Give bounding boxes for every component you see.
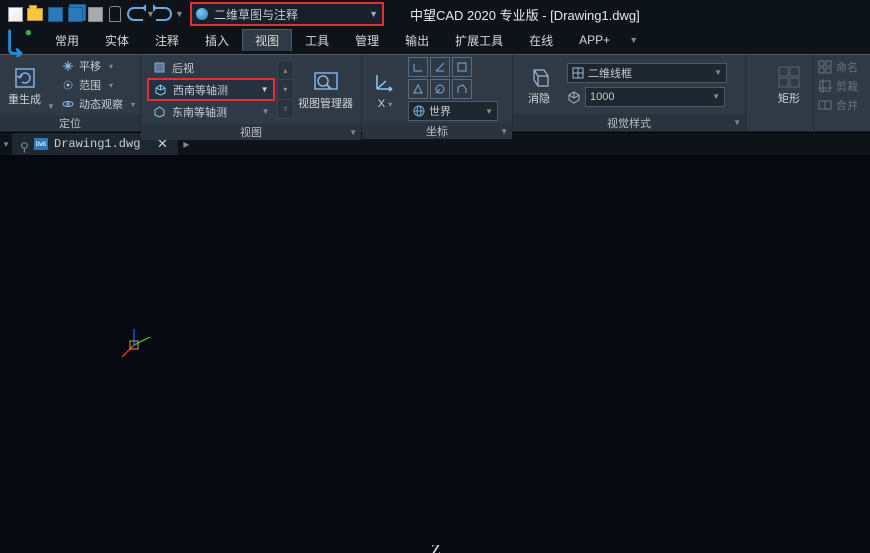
menu-annotation[interactable]: 注释 [142, 29, 192, 52]
ucs-btn-6[interactable] [452, 79, 472, 99]
globe-icon [413, 105, 425, 117]
regen-button[interactable]: 重生成 [6, 62, 43, 108]
ucs-btn-3[interactable] [452, 57, 472, 77]
qat-saveall[interactable] [66, 5, 84, 23]
drawing-canvas[interactable]: Z X Y [0, 155, 870, 553]
panel-rect: 矩形 [765, 55, 814, 131]
qat-new[interactable] [6, 5, 24, 23]
extents-button[interactable]: 范围▾ [57, 76, 139, 94]
pan-button[interactable]: 平移▾ [57, 57, 139, 75]
ucs-btn-4[interactable] [408, 79, 428, 99]
view-preset-list: 后视 西南等轴测▼ 东南等轴测▼ [147, 57, 275, 122]
qat-plot[interactable] [86, 5, 104, 23]
dwg-icon: DWG [34, 138, 48, 150]
ucs-btn-5[interactable] [430, 79, 450, 99]
visual-style-combo[interactable]: 二维线框▼ [567, 63, 727, 83]
orbit-button[interactable]: 动态观察▾ [57, 95, 139, 113]
menu-view[interactable]: 视图 [242, 29, 292, 51]
visual-value-combo[interactable]: 1000▼ [585, 87, 725, 107]
workspace-value: 二维草图与注释 [214, 6, 369, 23]
panel-view: 后视 西南等轴测▼ 东南等轴测▼ ▴▾▿ 视图管理器 视图▼ [141, 55, 362, 131]
menu-common[interactable]: 常用 [42, 29, 92, 52]
panel-locate: 重生成 ▼ 平移▾ 范围▾ 动态观察▾ 定位 [0, 55, 141, 131]
menu-app[interactable]: APP+ [566, 30, 623, 50]
globe-icon [196, 8, 208, 20]
panel-right: 命名 剪裁 合并 [814, 55, 870, 131]
panel-coord: X ▾ 世界▼ 坐标▼ [362, 55, 513, 131]
ribbon-spacer [746, 55, 765, 131]
chevron-down-icon: ▼ [369, 9, 378, 19]
rect-button: 矩形 [771, 61, 807, 107]
panel-vstyle: 消隐 二维线框▼ 1000▼ 视觉样式 ▼ [513, 55, 746, 131]
name-button: 命名 [818, 59, 858, 75]
panel-locate-title: 定位 [0, 115, 140, 131]
view-sw-iso[interactable]: 西南等轴测▼ [147, 78, 275, 101]
app-logo[interactable] [0, 24, 38, 60]
ucs-corner-icon [120, 327, 160, 363]
view-se-iso[interactable]: 东南等轴测▼ [147, 101, 275, 122]
menu-tool[interactable]: 工具 [292, 29, 342, 52]
hide-label: 消隐 [528, 93, 550, 105]
menu-manage[interactable]: 管理 [342, 29, 392, 52]
merge-button: 合并 [818, 97, 858, 113]
ucs-btn-1[interactable] [408, 57, 428, 77]
panel-coord-expand[interactable]: ▼ [500, 127, 508, 136]
qat-undo-dd[interactable]: ▼ [146, 9, 153, 19]
menu-online[interactable]: 在线 [516, 29, 566, 52]
doc-tab-prev[interactable]: ▾ [0, 139, 12, 150]
qat-clip[interactable] [106, 5, 124, 23]
menu-more[interactable]: ▼ [623, 32, 644, 48]
document-name: Drawing1.dwg [54, 137, 140, 151]
ucs-btn-2[interactable] [430, 57, 450, 77]
ucs-axes-icon: Z X Y [325, 545, 545, 553]
ucs-x-button[interactable]: X ▾ [368, 66, 402, 112]
pin-icon: ⚲ [20, 140, 28, 148]
crop-button: 剪裁 [818, 78, 858, 94]
menu-entity[interactable]: 实体 [92, 29, 142, 52]
menu-output[interactable]: 输出 [392, 29, 442, 52]
panel-vstyle-title: 视觉样式 [607, 115, 651, 131]
qat-redo-dd[interactable]: ▼ [175, 9, 182, 19]
hide-button[interactable]: 消隐 [519, 61, 559, 107]
panel-vstyle-expand[interactable]: ▼ [733, 118, 741, 127]
panel-view-expand[interactable]: ▼ [349, 128, 357, 137]
ribbon: 重生成 ▼ 平移▾ 范围▾ 动态观察▾ 定位 后视 西南等轴测▼ 东南等轴测▼ … [0, 54, 870, 132]
menubar-row: 常用 实体 注释 插入 视图 工具 管理 输出 扩展工具 在线 APP+ ▼ [0, 28, 870, 54]
menu-ext[interactable]: 扩展工具 [442, 29, 516, 52]
view-manager-label: 视图管理器 [298, 98, 353, 110]
panel-coord-title: 坐标 [426, 123, 448, 139]
cube-icon [567, 90, 581, 104]
qat-save[interactable] [46, 5, 64, 23]
quick-access-toolbar: ▼ ▼ 二维草图与注释 ▼ 中望CAD 2020 专业版 - [Drawing1… [0, 0, 870, 28]
menubar: 常用 实体 注释 插入 视图 工具 管理 输出 扩展工具 在线 APP+ ▼ [38, 28, 644, 52]
qat-undo[interactable] [126, 5, 144, 23]
view-list-scroll[interactable]: ▴▾▿ [277, 60, 294, 119]
qat-open[interactable] [26, 5, 44, 23]
view-back[interactable]: 后视 [147, 57, 275, 78]
rect-label: 矩形 [778, 93, 800, 105]
svg-text:Z: Z [431, 545, 441, 553]
view-manager-button[interactable]: 视图管理器 [296, 66, 355, 112]
menu-insert[interactable]: 插入 [192, 29, 242, 52]
ucs-world-combo[interactable]: 世界▼ [408, 101, 498, 121]
regen-dd[interactable]: ▼ [47, 102, 53, 111]
workspace-combo[interactable]: 二维草图与注释 ▼ [190, 2, 384, 26]
wireframe-icon [572, 67, 584, 79]
qat-redo[interactable] [155, 5, 173, 23]
app-title: 中望CAD 2020 专业版 - [Drawing1.dwg] [410, 5, 640, 24]
panel-view-title: 视图 [240, 124, 262, 140]
regen-label: 重生成 [8, 94, 41, 106]
